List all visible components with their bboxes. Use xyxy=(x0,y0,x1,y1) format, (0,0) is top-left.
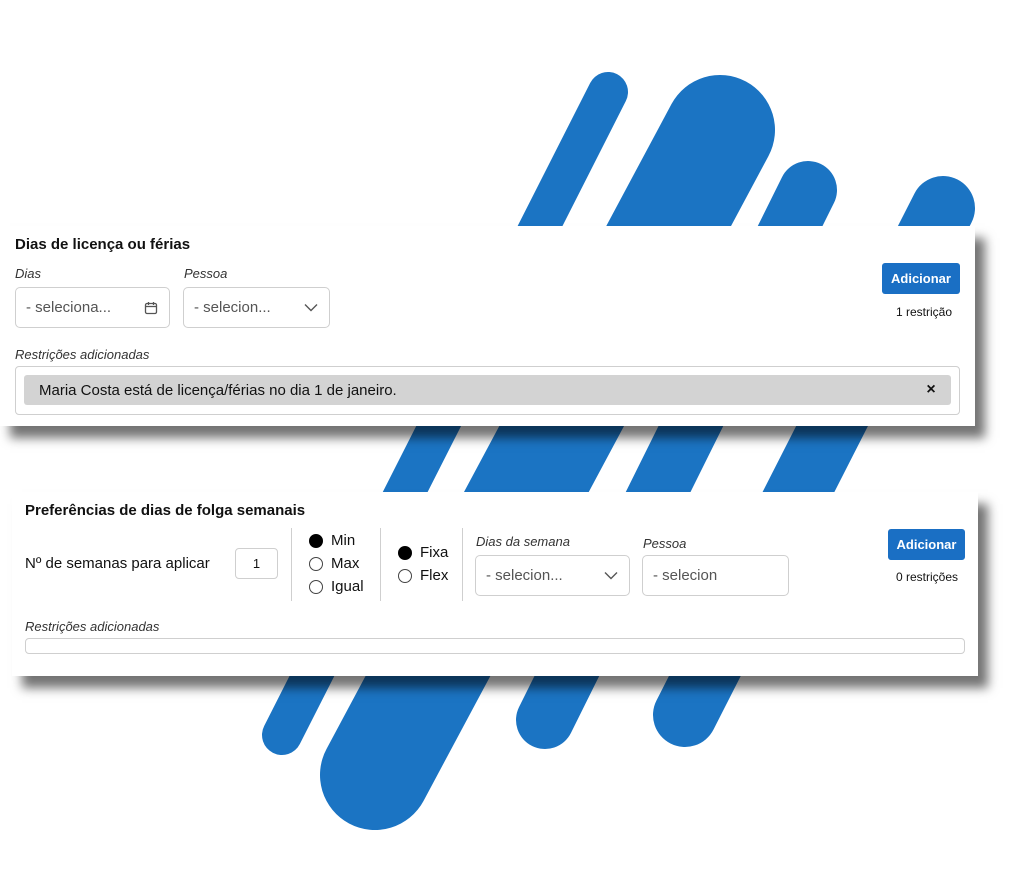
close-icon[interactable]: × xyxy=(911,381,951,399)
person-label: Pessoa xyxy=(184,266,228,281)
restriction-count: 1 restrição xyxy=(896,305,953,319)
background-stripes xyxy=(262,72,975,830)
radio-flex[interactable]: Flex xyxy=(398,567,448,584)
divider xyxy=(462,528,463,601)
dayoff-panel-title: Preferências de dias de folga semanais xyxy=(25,502,306,519)
radio-fixa-dot[interactable] xyxy=(398,545,412,560)
leave-panel-title: Dias de licença ou férias xyxy=(15,236,191,253)
restriction-chip: Maria Costa está de licença/férias no di… xyxy=(24,375,951,405)
radio-min-dot[interactable] xyxy=(309,533,323,548)
radio-igual-dot[interactable] xyxy=(309,579,323,594)
restriction-text: Maria Costa está de licença/férias no di… xyxy=(39,381,397,399)
weekdays-value: - selecion... xyxy=(486,567,563,584)
person-label: Pessoa xyxy=(643,536,687,551)
person-select[interactable]: - selecion xyxy=(642,555,789,596)
weeks-label: Nº de semanas para aplicar xyxy=(25,555,210,572)
days-date-picker[interactable]: - seleciona... xyxy=(15,287,170,328)
leave-panel: Dias de licença ou férias Dias - selecio… xyxy=(0,226,975,426)
weekdays-select[interactable]: - selecion... xyxy=(475,555,630,596)
days-value: - seleciona... xyxy=(26,299,112,316)
radio-fixa[interactable]: Fixa xyxy=(398,544,448,561)
radio-igual[interactable]: Igual xyxy=(309,578,364,595)
person-select[interactable]: - selecion... xyxy=(183,287,330,328)
restrictions-list xyxy=(25,638,965,654)
divider xyxy=(291,528,292,601)
days-label: Dias xyxy=(15,266,42,281)
weekdays-label: Dias da semana xyxy=(476,534,570,549)
weeks-input[interactable]: 1 xyxy=(235,548,278,579)
radio-min-label: Min xyxy=(331,532,356,549)
radio-max[interactable]: Max xyxy=(309,555,359,572)
divider xyxy=(380,528,381,601)
radio-flex-dot[interactable] xyxy=(398,568,412,583)
added-restrictions-label: Restrições adicionadas xyxy=(25,619,160,634)
calendar-icon[interactable] xyxy=(133,301,169,315)
add-leave-button[interactable]: Adicionar xyxy=(882,263,960,294)
person-value: - selecion... xyxy=(194,299,271,316)
radio-igual-label: Igual xyxy=(331,578,364,595)
radio-max-label: Max xyxy=(331,555,360,572)
add-dayoff-button[interactable]: Adicionar xyxy=(888,529,965,560)
added-restrictions-label: Restrições adicionadas xyxy=(15,347,150,362)
person-value: - selecion xyxy=(653,567,718,584)
restriction-count: 0 restrições xyxy=(896,570,959,584)
chevron-down-icon xyxy=(593,571,629,580)
radio-fixa-label: Fixa xyxy=(420,544,449,561)
chevron-down-icon xyxy=(293,303,329,312)
restrictions-list: Maria Costa está de licença/férias no di… xyxy=(15,366,960,415)
dayoff-panel: Preferências de dias de folga semanais N… xyxy=(12,492,978,676)
radio-flex-label: Flex xyxy=(420,567,449,584)
radio-min[interactable]: Min xyxy=(309,532,355,549)
radio-max-dot[interactable] xyxy=(309,556,323,571)
